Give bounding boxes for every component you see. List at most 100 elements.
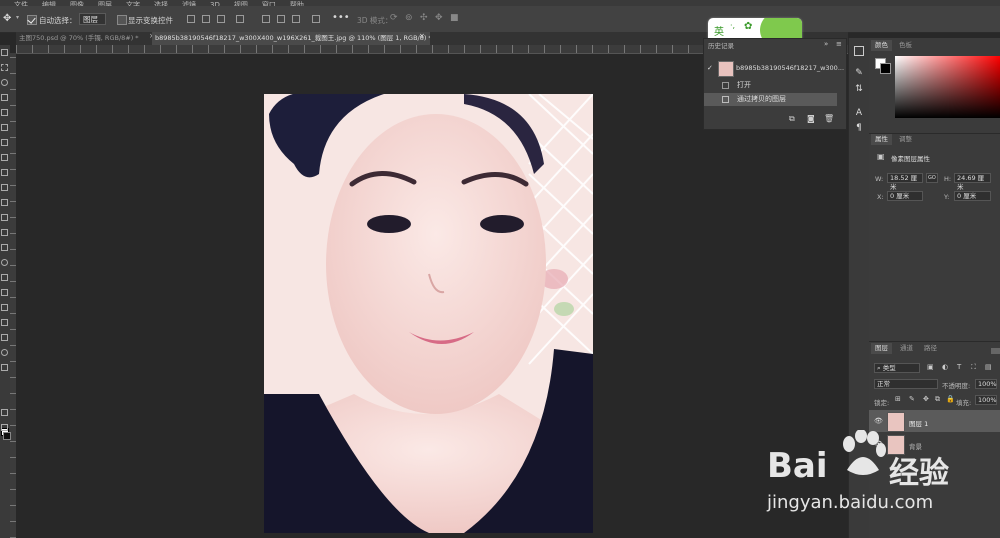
lock-all-icon[interactable]: 🔒: [946, 395, 955, 403]
filter-type-icon[interactable]: T: [957, 363, 961, 371]
tab-swatches[interactable]: 色板: [895, 40, 916, 51]
ime-mode-label[interactable]: 英: [714, 23, 724, 38]
eraser-tool-icon[interactable]: [1, 214, 8, 221]
color-field[interactable]: [895, 56, 1000, 118]
auto-select-checkbox[interactable]: [27, 15, 37, 25]
distribute-right-icon[interactable]: [292, 15, 300, 23]
paragraph-panel-icon[interactable]: ¶: [854, 123, 864, 133]
gradient-tool-icon[interactable]: [1, 229, 8, 236]
history-brush-tool-icon[interactable]: [1, 199, 8, 206]
tab-adjustments[interactable]: 调整: [895, 134, 916, 145]
slide-3d-icon[interactable]: ✥: [435, 13, 443, 23]
more-options-icon[interactable]: •••: [332, 12, 350, 23]
lock-artboard-icon[interactable]: ⧉: [935, 395, 940, 404]
history-item[interactable]: 打开: [704, 79, 837, 92]
align-top-icon[interactable]: [236, 15, 244, 23]
video-camera-icon[interactable]: ■: [450, 13, 459, 23]
auto-select-target-select[interactable]: 图层: [79, 13, 106, 25]
screen-mode-icon[interactable]: [1, 424, 8, 431]
marquee-tool-icon[interactable]: [1, 64, 8, 71]
punctuation-icon[interactable]: ·,: [730, 21, 735, 30]
tab-properties[interactable]: 属性: [871, 134, 892, 145]
brush-panel-icon[interactable]: ✎: [854, 68, 864, 78]
show-transform-checkbox[interactable]: [117, 15, 127, 25]
adjust-panel-icon[interactable]: ⇅: [854, 84, 864, 94]
move-tool-icon[interactable]: ✥: [3, 13, 11, 24]
opacity-input[interactable]: 100%: [975, 379, 997, 389]
zoom-tool-icon[interactable]: [1, 349, 8, 356]
orbit-3d-icon[interactable]: ⟳: [390, 13, 398, 23]
panel-menu-icon[interactable]: ≡: [836, 40, 842, 48]
width-input[interactable]: 18.52 厘米: [887, 173, 923, 191]
brush-source-icon[interactable]: ✓: [707, 59, 713, 77]
distribute-left-icon[interactable]: [262, 15, 270, 23]
crop-tool-icon[interactable]: [1, 109, 8, 116]
pen-tool-icon[interactable]: [1, 274, 8, 281]
width-value: 18.52 厘米: [890, 174, 918, 191]
character-panel-icon[interactable]: A: [854, 108, 864, 118]
rectangle-tool-icon[interactable]: [1, 319, 8, 326]
camera-icon[interactable]: ◙: [807, 114, 815, 123]
eyedropper-tool-icon[interactable]: [1, 139, 8, 146]
new-document-icon[interactable]: ⧉: [789, 114, 795, 124]
panel-menu-icon[interactable]: [991, 348, 1000, 354]
distribute-bottom-icon[interactable]: [312, 15, 320, 23]
history-snapshot[interactable]: ✓ b8985b38190546f18217_w300...: [704, 59, 844, 77]
background-swatch[interactable]: [880, 63, 891, 74]
history-panel-title: 历史记录: [708, 42, 734, 50]
y-input[interactable]: 0 厘米: [954, 191, 991, 201]
link-dimensions-button[interactable]: GO: [926, 173, 938, 183]
lock-position-icon[interactable]: ✥: [923, 395, 929, 403]
history-item-selected[interactable]: 通过拷贝的图层: [704, 93, 837, 106]
dodge-tool-icon[interactable]: [1, 259, 8, 266]
x-input[interactable]: 0 厘米: [887, 191, 923, 201]
x-value: 0 厘米: [890, 192, 910, 200]
roll-3d-icon[interactable]: ⊚: [405, 13, 413, 23]
canvas-image[interactable]: [264, 94, 593, 533]
quick-select-tool-icon[interactable]: [1, 94, 8, 101]
tab-channels[interactable]: 通道: [896, 343, 917, 354]
close-icon[interactable]: ×: [419, 32, 425, 40]
lasso-tool-icon[interactable]: [1, 79, 8, 86]
blend-mode-select[interactable]: 正常: [874, 379, 938, 389]
layer-filter-select[interactable]: ⌕ 类型: [874, 363, 920, 373]
tab-color[interactable]: 颜色: [871, 40, 892, 51]
chevron-down-icon[interactable]: ▾: [16, 14, 19, 21]
emoji-icon[interactable]: ✿: [744, 21, 752, 32]
quick-mask-icon[interactable]: [1, 409, 8, 416]
filter-adjust-icon[interactable]: ◐: [942, 363, 948, 371]
blur-tool-icon[interactable]: [1, 244, 8, 251]
align-center-icon[interactable]: [202, 15, 210, 23]
tab-main-psd[interactable]: 主图750.psd @ 70% (手镯, RGB/8#) *: [16, 32, 146, 45]
type-tool-icon[interactable]: [1, 289, 8, 296]
path-selection-tool-icon[interactable]: [1, 304, 8, 311]
vertical-ruler[interactable]: [10, 53, 16, 538]
collapse-icon[interactable]: »: [824, 40, 828, 48]
clone-stamp-tool-icon[interactable]: [1, 184, 8, 191]
healing-brush-tool-icon[interactable]: [1, 154, 8, 161]
align-right-icon[interactable]: [217, 15, 225, 23]
filter-pixel-icon[interactable]: ▣: [927, 363, 934, 371]
tab-paths[interactable]: 路径: [920, 343, 941, 354]
tab-current-jpg[interactable]: b8985b38190546f18217_w300X400_w196X261_裁…: [152, 32, 430, 45]
height-input[interactable]: 24.69 厘米: [954, 173, 991, 191]
move-tool-icon[interactable]: [1, 49, 8, 56]
hand-tool-icon[interactable]: [1, 334, 8, 341]
eye-icon[interactable]: 👁: [874, 417, 883, 425]
y-value: 0 厘米: [957, 192, 977, 200]
filter-shape-icon[interactable]: ⛶: [971, 363, 976, 372]
lock-pixels-icon[interactable]: ✎: [909, 395, 915, 403]
pan-3d-icon[interactable]: ✣: [420, 13, 428, 23]
lock-transparent-icon[interactable]: ⊞: [895, 395, 901, 403]
more-tools-icon[interactable]: [1, 364, 8, 371]
background-color-swatch[interactable]: [3, 432, 11, 440]
frame-tool-icon[interactable]: [1, 124, 8, 131]
history-panel-icon[interactable]: [854, 46, 864, 56]
distribute-center-icon[interactable]: [277, 15, 285, 23]
fill-input[interactable]: 100%: [975, 395, 997, 405]
tab-layers[interactable]: 图层: [871, 343, 892, 354]
trash-icon[interactable]: 🗑: [824, 114, 834, 123]
brush-tool-icon[interactable]: [1, 169, 8, 176]
align-left-icon[interactable]: [187, 15, 195, 23]
filter-smart-icon[interactable]: ▤: [985, 363, 992, 371]
